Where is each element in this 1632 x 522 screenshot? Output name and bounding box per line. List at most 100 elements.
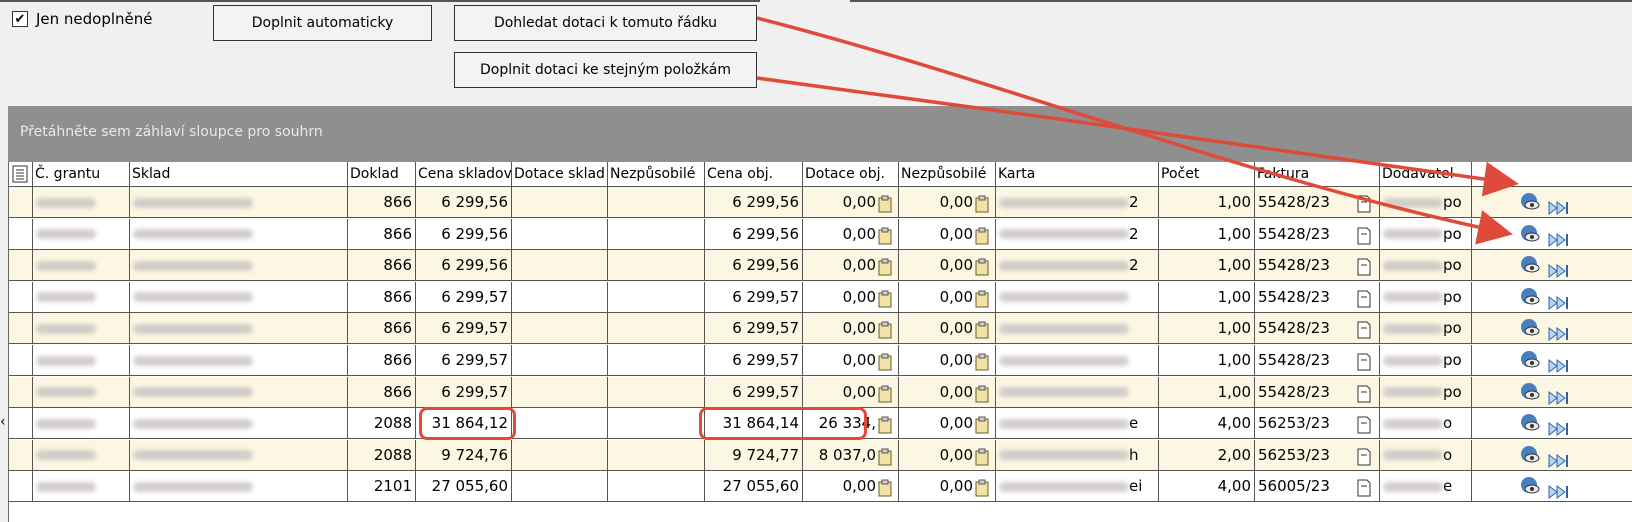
document-icon[interactable]: [1357, 193, 1371, 213]
view-icon[interactable]: [1520, 192, 1540, 212]
cell-dotace-obj[interactable]: 0,00: [803, 376, 899, 408]
cell-karta[interactable]: 2: [996, 187, 1159, 218]
cell-dotace-obj[interactable]: 0,00: [803, 313, 899, 345]
clipboard-icon[interactable]: [878, 477, 892, 497]
cell-actions[interactable]: [1472, 408, 1632, 439]
cell-dodavatel[interactable]: e: [1380, 471, 1472, 503]
cell-pocet[interactable]: 1,00: [1159, 376, 1255, 408]
cell-cena-obj[interactable]: 27 055,60: [705, 471, 803, 503]
cell-pocet[interactable]: 4,00: [1159, 408, 1255, 440]
document-icon[interactable]: [1357, 225, 1371, 245]
cell-dotace-obj[interactable]: 8 037,0: [803, 439, 899, 471]
view-icon[interactable]: [1520, 350, 1540, 370]
cell-dotace-obj[interactable]: 0,00: [803, 218, 899, 250]
next-icon[interactable]: [1548, 479, 1570, 500]
cell-nezpusobile-1[interactable]: [608, 376, 705, 408]
cell-doklad[interactable]: 2101: [348, 471, 416, 503]
cell-dotace-obj[interactable]: 0,00: [803, 281, 899, 313]
cell-faktura[interactable]: 55428/23: [1255, 250, 1380, 282]
clipboard-icon[interactable]: [975, 319, 989, 339]
clipboard-icon[interactable]: [975, 477, 989, 497]
cell-actions[interactable]: [1472, 377, 1632, 408]
cell-actions[interactable]: [1472, 440, 1632, 471]
cell-cena-skladova[interactable]: 6 299,57: [416, 313, 512, 345]
cell-sklad[interactable]: [130, 281, 348, 313]
next-icon[interactable]: [1548, 321, 1570, 342]
cell-karta[interactable]: 2: [996, 250, 1159, 282]
col-dotace-sklad[interactable]: Dotace sklad: [512, 162, 608, 186]
cell-sklad[interactable]: [130, 471, 348, 503]
cell-grant[interactable]: [33, 218, 130, 250]
view-icon[interactable]: [1520, 445, 1540, 465]
clipboard-icon[interactable]: [975, 193, 989, 213]
group-by-panel[interactable]: Přetáhněte sem záhlaví sloupce pro souhr…: [8, 106, 1632, 162]
cell-doklad[interactable]: 2088: [348, 408, 416, 440]
cell-cena-obj[interactable]: 9 724,77: [705, 439, 803, 471]
clipboard-icon[interactable]: [975, 225, 989, 245]
cell-grant[interactable]: [33, 376, 130, 408]
cell-dodavatel[interactable]: po: [1380, 250, 1472, 282]
document-icon[interactable]: [1357, 256, 1371, 276]
next-icon[interactable]: [1548, 227, 1570, 247]
cell-faktura[interactable]: 55428/23: [1255, 218, 1380, 250]
next-icon[interactable]: [1548, 195, 1570, 215]
cell-doklad[interactable]: 866: [348, 187, 416, 218]
cell-cena-obj[interactable]: 6 299,57: [705, 313, 803, 345]
table-row[interactable]: 2088 9 724,76 9 724,77 8 037,0 0,00 h 2,00 5625…: [9, 439, 1632, 471]
cell-cena-skladova[interactable]: 6 299,57: [416, 376, 512, 408]
cell-actions[interactable]: [1472, 471, 1632, 502]
document-icon[interactable]: [1357, 351, 1371, 371]
cell-cena-obj[interactable]: 6 299,56: [705, 250, 803, 282]
cell-doklad[interactable]: 866: [348, 345, 416, 376]
cell-dodavatel[interactable]: po: [1380, 376, 1472, 408]
col-pocet[interactable]: Počet: [1159, 162, 1255, 186]
cell-nezpusobile-1[interactable]: [608, 471, 705, 503]
cell-nezpusobile-2[interactable]: 0,00: [899, 281, 996, 313]
table-row[interactable]: 866 6 299,57 6 299,57 0,00 0,00 1,00 55428/23 p…: [9, 281, 1632, 313]
cell-grant[interactable]: [33, 313, 130, 345]
document-icon[interactable]: [1357, 383, 1371, 403]
col-nezpusobile-1[interactable]: Nezpůsobilé: [608, 162, 705, 186]
table-row[interactable]: 866 6 299,57 6 299,57 0,00 0,00 1,00 55428/23 p…: [9, 345, 1632, 376]
cell-dotace-obj[interactable]: 0,00: [803, 187, 899, 218]
cell-faktura[interactable]: 56253/23: [1255, 439, 1380, 471]
cell-nezpusobile-1[interactable]: [608, 313, 705, 345]
cell-nezpusobile-2[interactable]: 0,00: [899, 376, 996, 408]
cell-cena-obj[interactable]: 6 299,56: [705, 187, 803, 218]
row-selector[interactable]: [9, 250, 33, 282]
cell-pocet[interactable]: 4,00: [1159, 471, 1255, 503]
checkbox-box[interactable]: ✔: [12, 11, 28, 27]
col-dotace-obj[interactable]: Dotace obj.: [803, 162, 899, 186]
find-subsidy-row-button[interactable]: Dohledat dotaci k tomuto řádku: [454, 5, 757, 41]
cell-actions[interactable]: [1472, 345, 1632, 376]
cell-faktura[interactable]: 55428/23: [1255, 313, 1380, 345]
cell-dotace-sklad[interactable]: [512, 250, 608, 282]
cell-cena-obj[interactable]: 31 864,14: [705, 408, 803, 440]
cell-nezpusobile-1[interactable]: [608, 218, 705, 250]
cell-pocet[interactable]: 1,00: [1159, 218, 1255, 250]
column-chooser-icon[interactable]: [9, 162, 33, 186]
cell-nezpusobile-2[interactable]: 0,00: [899, 408, 996, 440]
cell-karta[interactable]: 2: [996, 218, 1159, 250]
cell-pocet[interactable]: 1,00: [1159, 281, 1255, 313]
clipboard-icon[interactable]: [878, 351, 892, 371]
cell-nezpusobile-2[interactable]: 0,00: [899, 187, 996, 218]
cell-grant[interactable]: [33, 345, 130, 376]
cell-sklad[interactable]: [130, 187, 348, 218]
row-selector[interactable]: [9, 218, 33, 250]
cell-dodavatel[interactable]: po: [1380, 187, 1472, 218]
cell-nezpusobile-1[interactable]: [608, 345, 705, 376]
document-icon[interactable]: [1357, 446, 1371, 466]
cell-cena-skladova[interactable]: 6 299,56: [416, 187, 512, 218]
clipboard-icon[interactable]: [878, 446, 892, 466]
only-unfilled-checkbox[interactable]: ✔ Jen nedoplněné: [12, 10, 153, 28]
clipboard-icon[interactable]: [878, 225, 892, 245]
cell-faktura[interactable]: 56253/23: [1255, 408, 1380, 440]
cell-dodavatel[interactable]: po: [1380, 345, 1472, 376]
row-selector[interactable]: [9, 281, 33, 313]
next-icon[interactable]: [1548, 416, 1570, 437]
clipboard-icon[interactable]: [975, 256, 989, 276]
cell-actions[interactable]: [1472, 250, 1632, 281]
row-selector[interactable]: [9, 471, 33, 503]
cell-doklad[interactable]: 866: [348, 281, 416, 313]
